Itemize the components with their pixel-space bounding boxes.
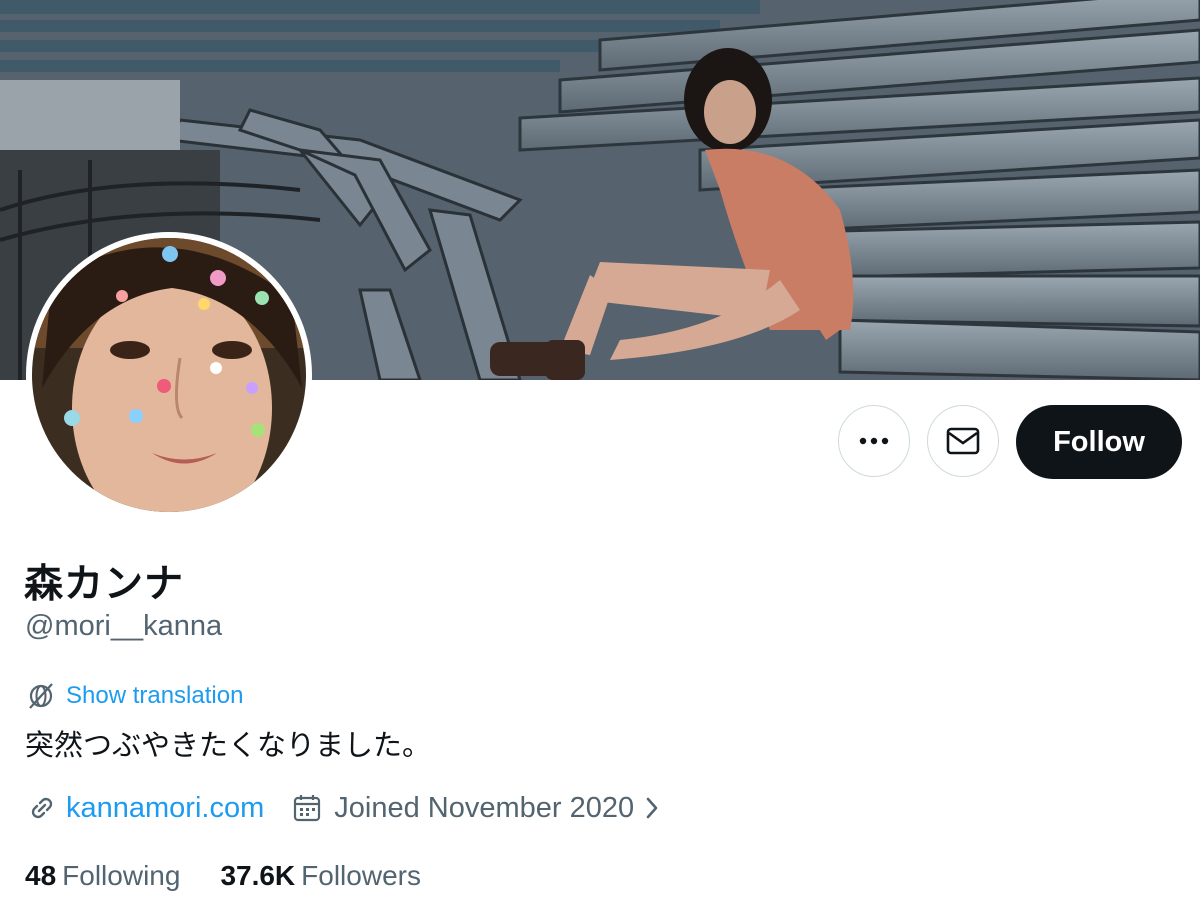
profile-meta: kannamori.com Joined November 2020 xyxy=(26,787,660,829)
website-link[interactable]: kannamori.com xyxy=(66,792,264,825)
following-count: 48 xyxy=(25,860,57,891)
show-translation-link[interactable]: Show translation xyxy=(26,680,243,712)
joined-date[interactable]: Joined November 2020 xyxy=(292,792,660,825)
link-icon xyxy=(31,797,53,819)
more-horizontal-icon xyxy=(859,437,889,445)
more-options-button[interactable] xyxy=(838,405,910,477)
avatar-image xyxy=(32,238,306,512)
message-button[interactable] xyxy=(927,405,999,477)
envelope-icon xyxy=(946,427,980,455)
followers-link[interactable]: 37.6K Followers xyxy=(220,860,421,892)
followers-count: 37.6K xyxy=(220,860,296,891)
profile-bio: 突然つぶやきたくなりました。 xyxy=(25,728,432,762)
calendar-icon xyxy=(294,795,321,822)
chevron-right-icon xyxy=(646,797,658,819)
user-handle: @mori__kanna xyxy=(25,610,223,642)
followers-label: Followers xyxy=(301,860,421,891)
following-link[interactable]: 48 Following xyxy=(25,860,180,892)
following-label: Following xyxy=(62,860,181,891)
follow-button[interactable]: Follow xyxy=(1016,405,1182,479)
translate-globe-icon xyxy=(29,683,53,709)
joined-date-label: Joined November 2020 xyxy=(334,791,635,824)
follow-stats: 48 Following 37.6K Followers xyxy=(25,860,421,892)
display-name: 森カンナ xyxy=(24,562,185,607)
profile-avatar[interactable] xyxy=(26,232,312,518)
show-translation-label: Show translation xyxy=(66,682,244,709)
